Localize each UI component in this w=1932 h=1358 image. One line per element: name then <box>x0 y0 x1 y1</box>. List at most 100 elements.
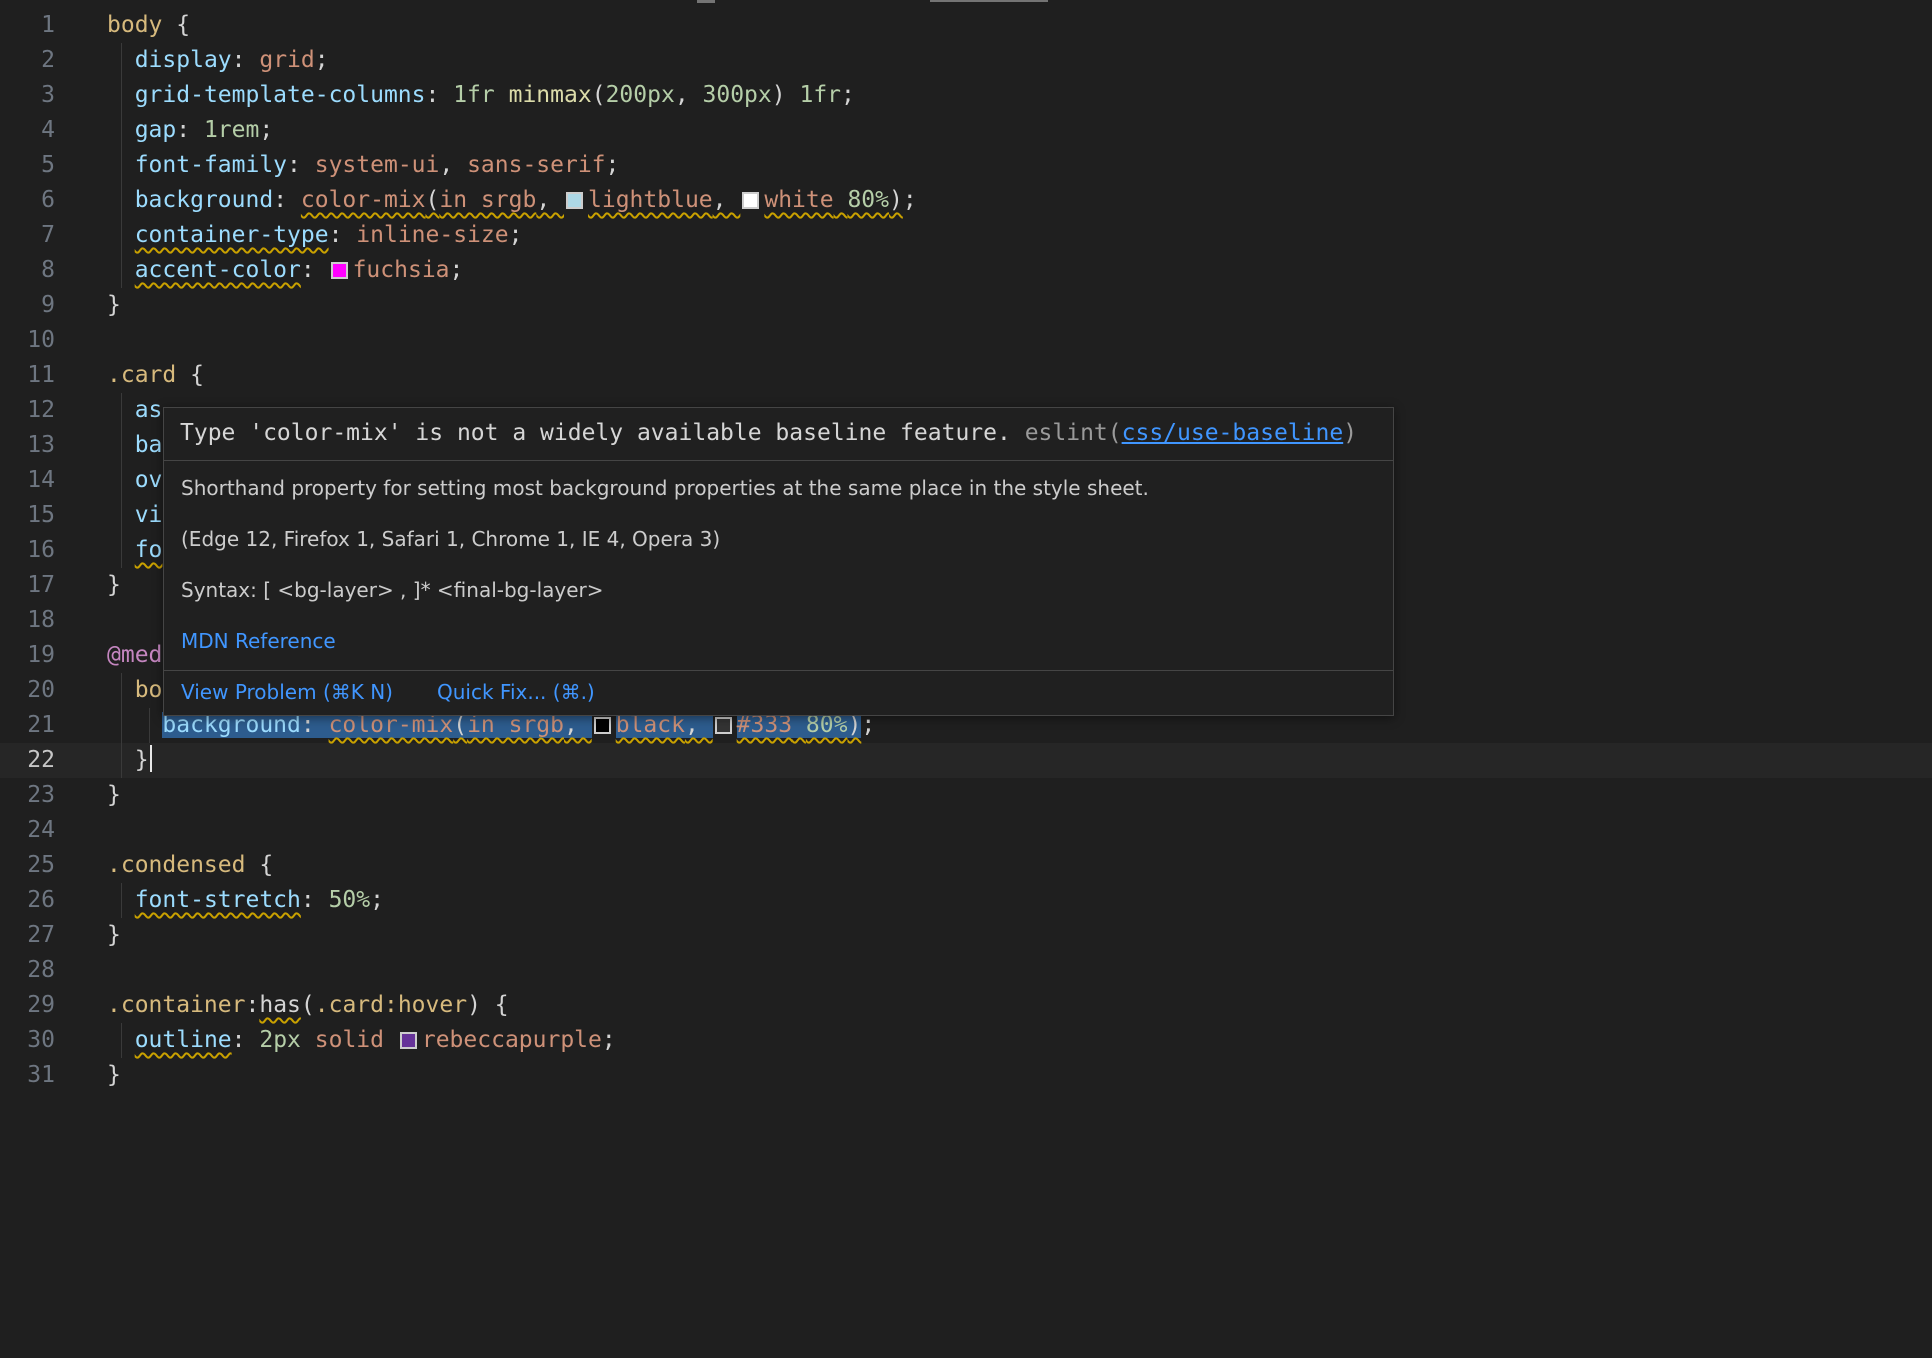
code-token[interactable]: system-ui <box>315 152 440 178</box>
code-token[interactable]: font-family <box>135 152 287 178</box>
code-token[interactable]: vi <box>135 502 163 528</box>
code-token[interactable]: color-mix <box>301 187 426 213</box>
code-token[interactable]: ( <box>301 992 315 1018</box>
mdn-reference-link[interactable]: MDN Reference <box>181 629 336 653</box>
code-token[interactable]: background <box>135 187 273 213</box>
code-token[interactable]: fo <box>135 537 163 563</box>
line-number[interactable]: 2 <box>0 43 55 78</box>
line-number[interactable]: 22 <box>0 743 55 778</box>
code-token[interactable]: outline <box>135 1027 232 1053</box>
code-token[interactable]: @med <box>107 642 162 668</box>
code-token[interactable]: bo <box>135 677 163 703</box>
code-token[interactable]: font-stretch <box>135 887 301 913</box>
code-token[interactable]: , <box>713 187 741 213</box>
code-content[interactable] <box>55 953 1932 988</box>
code-token[interactable]: { <box>176 362 204 388</box>
code-token[interactable]: : <box>232 47 260 73</box>
code-token[interactable]: in srgb <box>439 187 536 213</box>
code-token[interactable]: : <box>245 992 259 1018</box>
line-number[interactable]: 25 <box>0 848 55 883</box>
code-content[interactable]: .card { <box>55 358 1932 393</box>
code-token[interactable]: has <box>259 992 301 1018</box>
code-token[interactable]: : <box>287 152 315 178</box>
code-token[interactable]: } <box>107 572 121 598</box>
code-content[interactable]: } <box>55 288 1932 323</box>
line-number[interactable]: 30 <box>0 1023 55 1058</box>
code-token[interactable]: , <box>536 187 564 213</box>
line-number[interactable]: 18 <box>0 603 55 638</box>
code-content[interactable]: display: grid; <box>55 43 1932 78</box>
line-number[interactable]: 15 <box>0 498 55 533</box>
code-token[interactable]: ; <box>259 117 273 143</box>
code-token[interactable]: 200px <box>606 82 675 108</box>
code-token[interactable]: ; <box>903 187 917 213</box>
line-number[interactable]: 14 <box>0 463 55 498</box>
code-token[interactable]: ov <box>135 467 163 493</box>
line-number[interactable]: 20 <box>0 673 55 708</box>
code-token[interactable]: : <box>176 117 204 143</box>
line-number[interactable]: 23 <box>0 778 55 813</box>
code-token[interactable]: { <box>245 852 273 878</box>
code-token[interactable]: display <box>135 47 232 73</box>
line-number[interactable]: 26 <box>0 883 55 918</box>
code-token[interactable]: : <box>301 887 329 913</box>
code-editor[interactable]: 1body {2 display: grid;3 grid-template-c… <box>0 0 1932 1358</box>
code-token[interactable]: : <box>273 187 301 213</box>
code-token[interactable]: ; <box>370 887 384 913</box>
code-token[interactable]: , <box>439 152 467 178</box>
color-swatch[interactable] <box>400 1032 417 1049</box>
code-token[interactable]: : <box>426 82 454 108</box>
code-token[interactable]: rebeccapurple <box>422 1027 602 1053</box>
code-content[interactable]: container-type: inline-size; <box>55 218 1932 253</box>
line-number[interactable]: 8 <box>0 253 55 288</box>
code-token[interactable]: , <box>675 82 703 108</box>
line-number[interactable]: 7 <box>0 218 55 253</box>
code-content[interactable]: outline: 2px solid rebeccapurple; <box>55 1023 1932 1058</box>
line-number[interactable]: 17 <box>0 568 55 603</box>
code-token[interactable]: solid <box>315 1027 384 1053</box>
line-number[interactable]: 1 <box>0 8 55 43</box>
code-content[interactable]: } <box>55 1058 1932 1093</box>
code-content[interactable]: } <box>55 743 1932 778</box>
code-token[interactable]: ( <box>426 187 440 213</box>
code-token[interactable]: 1rem <box>204 117 259 143</box>
line-number[interactable]: 11 <box>0 358 55 393</box>
code-token[interactable]: ; <box>606 152 620 178</box>
line-number[interactable]: 28 <box>0 953 55 988</box>
code-token[interactable]: ba <box>135 432 163 458</box>
code-content[interactable]: .container:has(.card:hover) { <box>55 988 1932 1023</box>
code-token[interactable]: ) <box>889 187 903 213</box>
code-token[interactable]: ) <box>772 82 786 108</box>
code-content[interactable]: font-family: system-ui, sans-serif; <box>55 148 1932 183</box>
code-token[interactable]: 50% <box>329 887 371 913</box>
code-token[interactable]: accent-color <box>135 257 301 283</box>
quick-fix-action[interactable]: Quick Fix... (⌘.) <box>437 680 595 704</box>
code-content[interactable] <box>55 323 1932 358</box>
code-content[interactable]: font-stretch: 50%; <box>55 883 1932 918</box>
line-number[interactable]: 3 <box>0 78 55 113</box>
code-token[interactable]: { <box>162 12 190 38</box>
code-token[interactable]: as <box>135 397 163 423</box>
code-token[interactable]: gap <box>135 117 177 143</box>
code-token[interactable]: 1fr <box>799 82 841 108</box>
view-problem-action[interactable]: View Problem (⌘K N) <box>181 680 393 704</box>
code-content[interactable]: gap: 1rem; <box>55 113 1932 148</box>
code-token[interactable] <box>495 82 509 108</box>
code-token[interactable]: body <box>107 12 162 38</box>
code-token[interactable]: } <box>107 292 121 318</box>
code-token[interactable]: : <box>329 222 357 248</box>
code-token[interactable]: ; <box>509 222 523 248</box>
line-number[interactable]: 16 <box>0 533 55 568</box>
code-token[interactable]: 80% <box>847 187 889 213</box>
code-token[interactable]: : <box>232 1027 260 1053</box>
code-token[interactable]: ; <box>450 257 464 283</box>
code-token[interactable]: ; <box>315 47 329 73</box>
code-token[interactable]: .condensed <box>107 852 245 878</box>
line-number[interactable]: 19 <box>0 638 55 673</box>
line-number[interactable]: 31 <box>0 1058 55 1093</box>
code-token[interactable]: ( <box>592 82 606 108</box>
color-swatch[interactable] <box>594 717 611 734</box>
code-content[interactable] <box>55 813 1932 848</box>
code-content[interactable]: body { <box>55 8 1932 43</box>
code-token[interactable]: } <box>107 747 149 773</box>
